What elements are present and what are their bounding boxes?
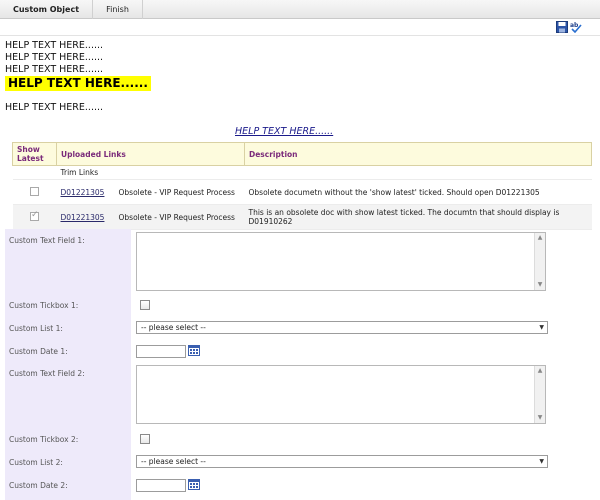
textarea-scrollbar[interactable]: ▲ ▼ bbox=[534, 233, 545, 290]
table-row: D01221305 Obsolete - VIP Request Process… bbox=[12, 179, 592, 205]
show-latest-checkbox[interactable] bbox=[30, 210, 39, 221]
custom-list-2-value: -- please select -- bbox=[141, 457, 206, 466]
table-row: D01221305 Obsolete - VIP Request Process… bbox=[12, 204, 592, 230]
doc-link[interactable]: D01221305 bbox=[61, 188, 105, 197]
custom-date-2-label: Custom Date 2: bbox=[9, 481, 68, 490]
trim-links-label[interactable]: Trim Links bbox=[56, 165, 592, 180]
custom-list-2-select[interactable]: -- please select -- ▼ bbox=[136, 455, 548, 468]
toolbar-divider bbox=[0, 35, 600, 36]
help-text-3: HELP TEXT HERE...... bbox=[5, 64, 104, 75]
scroll-down-icon[interactable]: ▼ bbox=[535, 280, 545, 290]
custom-tickbox-2-label: Custom Tickbox 2: bbox=[9, 435, 79, 444]
scroll-up-icon[interactable]: ▲ bbox=[535, 233, 545, 243]
dropdown-arrow-icon: ▼ bbox=[539, 324, 544, 331]
doc-description: Obsolete documetn without the 'show late… bbox=[244, 179, 592, 205]
doc-title: Obsolete - VIP Request Process bbox=[114, 179, 245, 205]
header-description: Description bbox=[244, 142, 592, 166]
custom-date-1-input[interactable] bbox=[136, 345, 186, 358]
custom-text-field-2-label: Custom Text Field 2: bbox=[9, 369, 85, 378]
calendar-icon[interactable] bbox=[188, 479, 200, 490]
header-uploaded-links: Uploaded Links bbox=[56, 142, 245, 166]
dropdown-arrow-icon: ▼ bbox=[539, 458, 544, 465]
scroll-down-icon[interactable]: ▼ bbox=[535, 413, 545, 423]
trim-links-row: Trim Links bbox=[12, 165, 592, 180]
custom-text-field-1[interactable]: ▲ ▼ bbox=[136, 232, 546, 291]
header-show-latest: Show Latest bbox=[12, 142, 57, 166]
textarea-scrollbar[interactable]: ▲ ▼ bbox=[534, 366, 545, 423]
help-text-4: HELP TEXT HERE...... bbox=[5, 102, 104, 113]
help-link[interactable]: HELP TEXT HERE...... bbox=[235, 126, 333, 137]
custom-tickbox-1-label: Custom Tickbox 1: bbox=[9, 301, 79, 310]
custom-tickbox-1[interactable] bbox=[140, 300, 150, 310]
custom-date-2-input[interactable] bbox=[136, 479, 186, 492]
uploaded-links-table: Show Latest Uploaded Links Description T… bbox=[12, 142, 592, 230]
spellcheck-icon[interactable]: ab bbox=[570, 21, 582, 33]
custom-list-1-value: -- please select -- bbox=[141, 323, 206, 332]
custom-text-field-1-label: Custom Text Field 1: bbox=[9, 236, 85, 245]
help-text-2: HELP TEXT HERE...... bbox=[5, 52, 104, 63]
calendar-icon[interactable] bbox=[188, 345, 200, 356]
custom-date-1-label: Custom Date 1: bbox=[9, 347, 68, 356]
custom-list-1-label: Custom List 1: bbox=[9, 324, 63, 333]
show-latest-checkbox[interactable] bbox=[30, 186, 39, 196]
table-header-row: Show Latest Uploaded Links Description bbox=[12, 142, 592, 166]
doc-title: Obsolete - VIP Request Process bbox=[114, 204, 245, 230]
tab-bar: Custom Object Finish bbox=[0, 0, 600, 19]
doc-link[interactable]: D01221305 bbox=[61, 213, 105, 222]
tab-finish[interactable]: Finish bbox=[93, 0, 143, 19]
help-text-highlight: HELP TEXT HERE...... bbox=[5, 76, 151, 91]
custom-list-2-label: Custom List 2: bbox=[9, 458, 63, 467]
scroll-up-icon[interactable]: ▲ bbox=[535, 366, 545, 376]
save-icon[interactable] bbox=[556, 21, 568, 33]
custom-list-1-select[interactable]: -- please select -- ▼ bbox=[136, 321, 548, 334]
custom-tickbox-2[interactable] bbox=[140, 434, 150, 444]
help-text-1: HELP TEXT HERE...... bbox=[5, 40, 104, 51]
doc-description: This is an obsolete doc with show latest… bbox=[244, 204, 592, 230]
custom-text-field-2[interactable]: ▲ ▼ bbox=[136, 365, 546, 424]
tab-custom-object[interactable]: Custom Object bbox=[0, 0, 93, 19]
